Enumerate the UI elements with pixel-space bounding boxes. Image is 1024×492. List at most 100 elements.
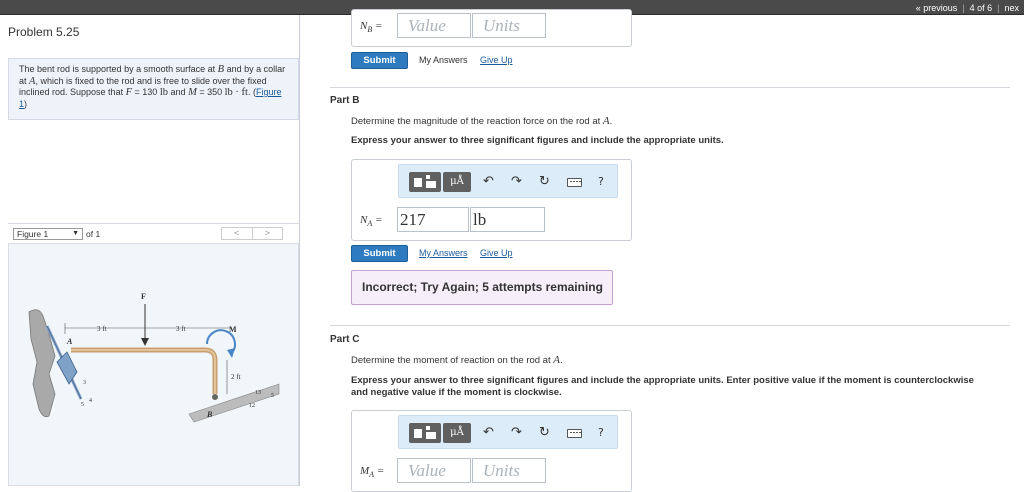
part-b-my-answers-link[interactable]: My Answers (419, 248, 468, 258)
next-link[interactable]: nex (999, 3, 1024, 13)
figure-select[interactable]: Figure 1 ▼ (13, 228, 83, 240)
f-unit: lb (159, 87, 168, 98)
ma-label: MA = (360, 465, 384, 479)
na-label-sub: A (367, 219, 373, 229)
problem-statement: The bent rod is supported by a smooth su… (8, 58, 299, 120)
keyboard-icon[interactable] (567, 178, 582, 187)
problem-panel: Problem 5.25 The bent rod is supported b… (0, 15, 300, 486)
dimension-right: 3 ft (176, 325, 186, 333)
ma-units-input[interactable]: Units (472, 458, 546, 483)
figure-navigation: Figure 1 ▼ of 1 < > (8, 223, 299, 243)
problem-text: and (170, 87, 186, 97)
equation-toolbar: μÅ ↶ ↷ ↻ ? (398, 415, 618, 449)
redo-icon[interactable]: ↷ (511, 425, 522, 441)
slope-a-5: 5 (81, 402, 84, 408)
figure-label-b: B (206, 410, 213, 419)
part-a-my-answers[interactable]: My Answers (419, 55, 468, 65)
reset-icon[interactable]: ↻ (539, 174, 550, 190)
part-a-submit-button[interactable]: Submit (351, 52, 408, 69)
part-c-title: Part C (330, 334, 360, 345)
na-label: NA = (360, 214, 382, 228)
part-c-question: Determine the moment of reaction on the … (351, 354, 563, 366)
units-icon[interactable]: μÅ (443, 423, 471, 443)
ma-value-input[interactable]: Value (397, 458, 471, 483)
ma-label-main: M (360, 465, 370, 477)
part-a-give-up-link[interactable]: Give Up (480, 55, 513, 65)
var-b: B (217, 64, 225, 75)
units-icon[interactable]: μÅ (443, 172, 471, 192)
problem-text: . ( (247, 87, 256, 97)
problem-position: 4 of 6 (969, 2, 993, 13)
part-c-instruction: Express your answer to three significant… (351, 375, 1016, 399)
figure-next-button[interactable]: > (253, 228, 283, 239)
nb-value-input[interactable]: Value (397, 13, 471, 38)
na-units-input[interactable]: lb (470, 207, 545, 232)
part-a-answer-box: NB = Value Units (351, 9, 632, 47)
undo-icon[interactable]: ↶ (483, 425, 494, 441)
na-value-input[interactable]: 217 (397, 207, 469, 232)
problem-text: The bent rod is supported by a smooth su… (19, 64, 216, 74)
var-m: M (188, 87, 197, 98)
part-b-give-up-link[interactable]: Give Up (480, 248, 513, 258)
m-value: = 350 (199, 87, 223, 97)
nb-label: NB = (360, 20, 382, 34)
part-b-question-text: Determine the magnitude of the reaction … (351, 116, 601, 127)
bent-rod-diagram: F M A B 3 ft 3 ft 2 ft 3 4 5 13 5 12 (28, 292, 280, 423)
part-c-question-end: . (559, 355, 563, 366)
var-f: F (125, 87, 133, 98)
figure-select-value: Figure 1 (17, 229, 49, 239)
feedback-incorrect: Incorrect; Try Again; 5 attempts remaini… (351, 270, 613, 305)
figure-label-a: A (66, 337, 73, 346)
redo-icon[interactable]: ↷ (511, 174, 522, 190)
chevron-down-icon: ▼ (72, 230, 79, 237)
dimension-vertical: 2 ft (231, 373, 241, 381)
help-icon[interactable]: ? (598, 425, 604, 441)
f-value: = 130 (134, 87, 158, 97)
nb-units-input[interactable]: Units (472, 13, 546, 38)
figure-pager: < > (221, 227, 283, 240)
previous-link[interactable]: « previous (911, 3, 963, 13)
templates-icon[interactable] (409, 423, 441, 443)
na-label-eq: = (374, 214, 383, 226)
slope-b-13: 13 (255, 390, 261, 396)
slope-a-3: 3 (83, 380, 86, 386)
reset-icon[interactable]: ↻ (539, 425, 550, 441)
figure-count: of 1 (86, 229, 101, 239)
help-icon[interactable]: ? (598, 174, 604, 190)
keyboard-icon[interactable] (567, 429, 582, 438)
part-b-instruction: Express your answer to three significant… (351, 135, 724, 146)
part-b-question: Determine the magnitude of the reaction … (351, 115, 612, 127)
templates-icon[interactable] (409, 172, 441, 192)
figure-prev-button[interactable]: < (222, 228, 253, 239)
part-c-instruction-line-1: Express your answer to three significant… (351, 375, 974, 386)
answer-panel: NB = Value Units Submit My Answers Give … (330, 9, 1024, 492)
part-c-answer-box: μÅ ↶ ↷ ↻ ? MA = Value Units (351, 410, 632, 492)
ma-label-eq: = (376, 465, 385, 477)
dimension-left: 3 ft (97, 325, 107, 333)
problem-title: Problem 5.25 (8, 25, 80, 39)
problem-navigation: « previous | 4 of 6 | nex (911, 0, 1024, 15)
equation-toolbar: μÅ ↶ ↷ ↻ ? (398, 164, 618, 198)
ma-label-sub: A (369, 470, 375, 480)
divider (330, 325, 1010, 326)
nb-label-sub: B (367, 25, 373, 35)
slope-a-4: 4 (89, 398, 92, 404)
part-b-answer-box: μÅ ↶ ↷ ↻ ? NA = 217 lb (351, 159, 632, 241)
part-b-question-end: . (609, 116, 613, 127)
undo-icon[interactable]: ↶ (483, 174, 494, 190)
m-unit: lb · ft (224, 87, 248, 98)
slope-b-5: 5 (271, 393, 274, 399)
figure-image: F M A B 3 ft 3 ft 2 ft 3 4 5 13 5 12 (8, 243, 299, 486)
divider (330, 87, 1010, 88)
part-b-submit-button[interactable]: Submit (351, 245, 408, 262)
problem-text: ) (24, 98, 28, 109)
figure-label-f: F (141, 292, 146, 301)
figure-label-m: M (229, 325, 237, 334)
part-b-title: Part B (330, 95, 360, 106)
part-c-instruction-line-2: and negative value if the moment is cloc… (351, 387, 562, 398)
part-c-question-text: Determine the moment of reaction on the … (351, 355, 551, 366)
var-a: A (602, 115, 610, 127)
var-a: A (553, 354, 560, 366)
slope-b-12: 12 (249, 403, 255, 409)
nb-label-eq: = (374, 20, 383, 32)
